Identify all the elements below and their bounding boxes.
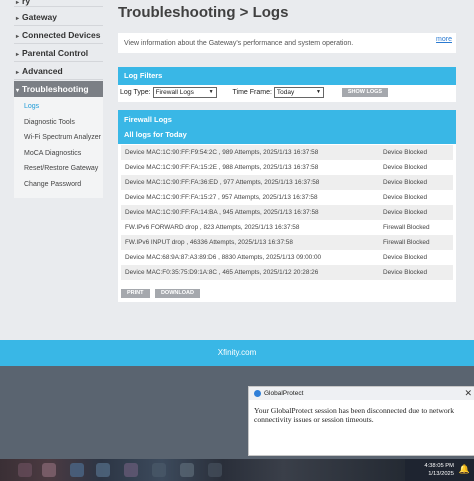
sidebar-item-gateway[interactable]: ▸ Gateway <box>14 9 103 26</box>
chevron-right-icon: ▸ <box>16 16 20 22</box>
log-message: FW.IPv6 INPUT drop , 46336 Attempts, 202… <box>121 235 379 250</box>
firewall-logs-header: Firewall Logs All logs for Today <box>118 110 456 144</box>
sidebar-item-label: Parental Control <box>22 48 89 58</box>
log-filters-heading: Log Filters <box>118 67 456 85</box>
close-icon[interactable]: ✕ <box>464 387 472 400</box>
log-message: Device MAC:1C:90:FF:FA:15:27 , 957 Attem… <box>121 190 379 205</box>
sidebar-item-label: Gateway <box>22 12 57 22</box>
more-link[interactable]: more <box>436 36 452 43</box>
table-row: Device MAC:F0:35:75:D9:1A:8C , 465 Attem… <box>121 265 453 280</box>
taskbar-app-icon[interactable] <box>208 463 222 477</box>
info-text: View information about the Gateway's per… <box>124 40 354 47</box>
taskbar-apps <box>0 459 405 481</box>
chevron-right-icon: ▸ <box>16 0 20 6</box>
notification-bell-icon[interactable]: 🔔 <box>459 464 470 475</box>
table-row: Device MAC:1C:90:FF:F9:54:2C , 989 Attem… <box>121 145 453 160</box>
log-message: FW.IPv6 FORWARD drop , 823 Attempts, 202… <box>121 220 379 235</box>
clock-time: 4:38:05 PM <box>424 463 454 469</box>
chevron-right-icon: ▸ <box>16 52 20 58</box>
log-status: Device Blocked <box>379 205 453 220</box>
sidebar-item-advanced[interactable]: ▸ Advanced <box>14 63 103 80</box>
print-button[interactable]: PRINT <box>121 289 150 299</box>
table-row: Device MAC:68:9A:87:A3:89:D6 , 8830 Atte… <box>121 250 453 265</box>
log-status: Firewall Blocked <box>379 235 453 250</box>
notification-app-name: GlobalProtect <box>264 390 304 397</box>
chevron-right-icon: ▸ <box>16 70 20 76</box>
taskbar-app-icon[interactable] <box>70 463 84 477</box>
sidebar-item-label: Troubleshooting <box>22 84 89 94</box>
table-row: Device MAC:1C:90:FF:FA:15:27 , 957 Attem… <box>121 190 453 205</box>
sidebar-item-label: Advanced <box>22 66 63 76</box>
taskbar-app-icon[interactable] <box>42 463 56 477</box>
log-message: Device MAC:1C:90:FF:FA:15:2E , 988 Attem… <box>121 160 379 175</box>
log-status: Device Blocked <box>379 175 453 190</box>
chevron-down-icon: ▾ <box>16 88 20 94</box>
taskbar-app-icon[interactable] <box>124 463 138 477</box>
show-logs-button[interactable]: SHOW LOGS <box>341 87 389 97</box>
download-button[interactable]: DOWNLOAD <box>154 289 200 299</box>
log-message: Device MAC:1C:90:FF:F9:54:2C , 989 Attem… <box>121 145 379 160</box>
log-message: Device MAC:F0:35:75:D9:1A:8C , 465 Attem… <box>121 265 379 280</box>
log-status: Device Blocked <box>379 190 453 205</box>
notification-titlebar: GlobalProtect ✕ <box>249 387 474 400</box>
sidebar-subitem-logs[interactable]: Logs <box>14 99 103 115</box>
taskbar-app-icon[interactable] <box>96 463 110 477</box>
table-row: Device MAC:1C:90:FF:FA:14:BA , 945 Attem… <box>121 205 453 220</box>
sidebar-subitem-diagnostic-tools[interactable]: Diagnostic Tools <box>14 115 103 131</box>
chevron-down-icon: ▼ <box>208 88 214 95</box>
log-type-select[interactable]: Firewall Logs ▼ <box>152 86 217 98</box>
taskbar-clock[interactable]: 4:38:05 PM 1/13/2025 <box>424 462 454 478</box>
log-status: Firewall Blocked <box>379 220 453 235</box>
sidebar-submenu: Logs Diagnostic Tools Wi-Fi Spectrum Ana… <box>14 97 103 198</box>
clock-date: 1/13/2025 <box>428 471 454 477</box>
filter-row: Log Type: Firewall Logs ▼ Time Frame: Tod… <box>118 85 456 101</box>
globalprotect-icon <box>254 389 261 397</box>
log-type-value: Firewall Logs <box>155 88 194 96</box>
log-status: Device Blocked <box>379 265 453 280</box>
time-frame-select[interactable]: Today ▼ <box>273 86 324 98</box>
sidebar-subitem-wifi-spectrum[interactable]: Wi-Fi Spectrum Analyzer <box>14 130 103 146</box>
taskbar-app-icon[interactable] <box>180 463 194 477</box>
footer-band: Xfinity.com <box>0 340 474 366</box>
sidebar-item-parental-control[interactable]: ▸ Parental Control <box>14 45 103 62</box>
sidebar-item-connected-devices[interactable]: ▸ Connected Devices <box>14 27 103 44</box>
sidebar-subitem-change-password[interactable]: Change Password <box>14 177 103 193</box>
table-row: Device MAC:1C:90:FF:FA:36:ED , 977 Attem… <box>121 175 453 190</box>
time-frame-value: Today <box>276 88 295 96</box>
log-message: Device MAC:1C:90:FF:FA:36:ED , 977 Attem… <box>121 175 379 190</box>
table-row: FW.IPv6 FORWARD drop , 823 Attempts, 202… <box>121 220 453 235</box>
sidebar-item-label: ry <box>22 0 31 6</box>
log-type-label: Log Type: <box>120 89 151 96</box>
log-status: Device Blocked <box>379 145 453 160</box>
sidebar-item-troubleshooting[interactable]: ▾ Troubleshooting <box>14 81 103 97</box>
sidebar-nav: ▸ ry ▸ Gateway ▸ Connected Devices ▸ Parenta… <box>14 0 103 198</box>
log-status: Device Blocked <box>379 250 453 265</box>
sidebar-subitem-reset-restore[interactable]: Reset/Restore Gateway <box>14 161 103 177</box>
log-status: Device Blocked <box>379 160 453 175</box>
footer-link[interactable]: Xfinity.com <box>218 348 257 357</box>
chevron-right-icon: ▸ <box>16 34 20 40</box>
log-message: Device MAC:1C:90:FF:FA:14:BA , 945 Attem… <box>121 205 379 220</box>
time-frame-label: Time Frame: <box>232 89 272 96</box>
log-filters-panel: Log Filters Log Type: Firewall Logs ▼ Tim… <box>118 67 456 102</box>
sidebar-subitem-moca[interactable]: MoCA Diagnostics <box>14 146 103 162</box>
taskbar: 4:38:05 PM 1/13/2025 🔔 <box>0 459 474 481</box>
globalprotect-notification: GlobalProtect ✕ Your GlobalProtect sessi… <box>248 386 474 456</box>
firewall-logs-subheading: All logs for Today <box>124 130 187 139</box>
firewall-logs-heading: Firewall Logs <box>124 115 172 124</box>
chevron-down-icon: ▼ <box>315 88 321 95</box>
table-row: FW.IPv6 INPUT drop , 46336 Attempts, 202… <box>121 235 453 250</box>
taskbar-app-icon[interactable] <box>152 463 166 477</box>
firewall-logs-panel: Firewall Logs All logs for Today Device … <box>118 110 456 302</box>
notification-message: Your GlobalProtect session has been disc… <box>254 406 455 424</box>
log-message: Device MAC:68:9A:87:A3:89:D6 , 8830 Atte… <box>121 250 379 265</box>
taskbar-app-icon[interactable] <box>18 463 32 477</box>
info-box: View information about the Gateway's per… <box>118 33 456 53</box>
table-row: Device MAC:1C:90:FF:FA:15:2E , 988 Attem… <box>121 160 453 175</box>
log-actions: PRINT DOWNLOAD <box>118 280 456 303</box>
sidebar-item-cut[interactable]: ▸ ry <box>14 0 103 7</box>
log-table: Device MAC:1C:90:FF:F9:54:2C , 989 Attem… <box>121 145 453 280</box>
sidebar-item-label: Connected Devices <box>22 30 101 40</box>
page-title: Troubleshooting > Logs <box>118 4 289 21</box>
